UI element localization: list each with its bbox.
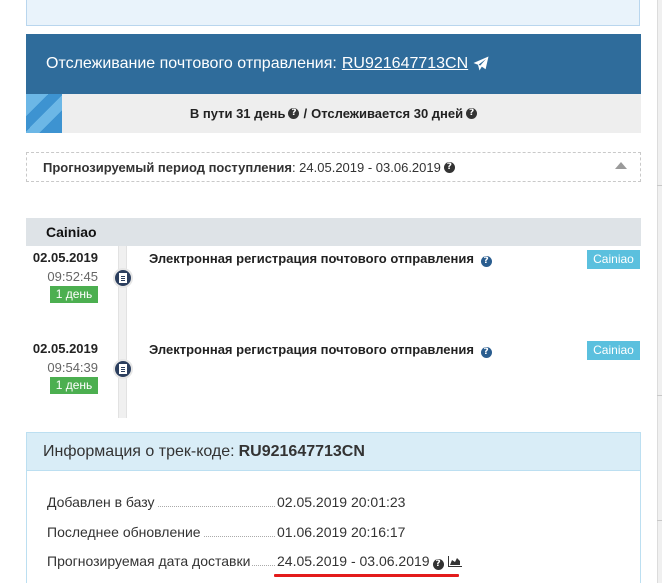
question-circle-icon[interactable]: ?	[443, 161, 455, 173]
question-circle-icon[interactable]: ?	[480, 256, 492, 267]
tracking-header: Отслеживание почтового отправления: RU92…	[26, 34, 641, 94]
tracking-header-label: Отслеживание почтового отправления:	[46, 55, 337, 72]
info-value: 01.06.2019 20:16:17	[275, 524, 406, 540]
track-info-code: RU921647713CN	[238, 442, 365, 460]
days-badge: 1 день	[50, 286, 98, 303]
area-chart-icon[interactable]	[447, 556, 462, 567]
carrier-tag: Cainiao	[587, 250, 640, 269]
info-value: 24.05.2019 - 03.06.2019	[277, 553, 430, 569]
days-badge: 1 день	[50, 377, 98, 394]
event-date: 02.05.2019	[32, 341, 98, 356]
event-date: 02.05.2019	[32, 250, 98, 265]
tracking-event: 02.05.2019 09:52:45 1 день Электронная р…	[0, 250, 662, 310]
info-value-wrap: 24.05.2019 - 03.06.2019?	[275, 553, 462, 570]
info-value: 02.05.2019 20:01:23	[275, 494, 406, 510]
event-text: Электронная регистрация почтового отправ…	[149, 251, 474, 266]
event-time: 09:54:39	[47, 360, 98, 375]
carrier-tag: Cainiao	[587, 341, 640, 360]
highlight-underline	[274, 574, 459, 577]
tracked-days-text: Отслеживается 30 дней	[311, 106, 464, 121]
question-circle-icon[interactable]: ?	[432, 559, 444, 570]
carrier-name: Cainiao	[46, 224, 97, 240]
event-description: Электронная регистрация почтового отправ…	[149, 251, 492, 267]
corner-ribbon	[26, 94, 62, 133]
track-info-panel: Информация о трек-коде: RU921647713CN До…	[26, 432, 641, 583]
paper-plane-icon[interactable]	[473, 56, 489, 72]
question-circle-icon[interactable]: ?	[480, 347, 492, 358]
caret-up-icon[interactable]	[615, 162, 627, 169]
scrollbar-mark	[657, 185, 662, 186]
question-circle-icon[interactable]: ?	[466, 108, 478, 119]
info-label: Добавлен в базу	[47, 494, 157, 510]
carrier-header: Cainiao	[26, 218, 641, 246]
forecast-period-panel: Прогнозируемый период поступления : 24.0…	[26, 152, 641, 182]
tracking-number-link[interactable]: RU921647713CN	[342, 55, 468, 73]
in-transit-text: В пути 31 день	[189, 106, 286, 121]
info-label: Прогнозируемая дата доставки	[47, 553, 253, 569]
document-icon	[113, 359, 133, 379]
transit-status-bar: В пути 31 день ? / Отслеживается 30 дней…	[26, 94, 641, 133]
event-time: 09:52:45	[47, 269, 98, 284]
forecast-label: Прогнозируемый период поступления	[43, 159, 292, 175]
event-text: Электронная регистрация почтового отправ…	[149, 342, 474, 357]
tracking-event: 02.05.2019 09:54:39 1 день Электронная р…	[0, 341, 662, 401]
info-label: Последнее обновление	[47, 524, 203, 540]
document-icon	[113, 268, 133, 288]
forecast-value: : 24.05.2019 - 03.06.2019	[291, 159, 441, 175]
scrollbar-mark	[657, 520, 662, 521]
top-panel-edge	[26, 0, 640, 26]
track-info-header: Информация о трек-коде: RU921647713CN	[27, 433, 640, 471]
transit-separator: /	[303, 106, 308, 121]
question-circle-icon[interactable]: ?	[288, 108, 300, 119]
event-description: Электронная регистрация почтового отправ…	[149, 342, 492, 358]
track-info-title: Информация о трек-коде:	[43, 442, 235, 460]
